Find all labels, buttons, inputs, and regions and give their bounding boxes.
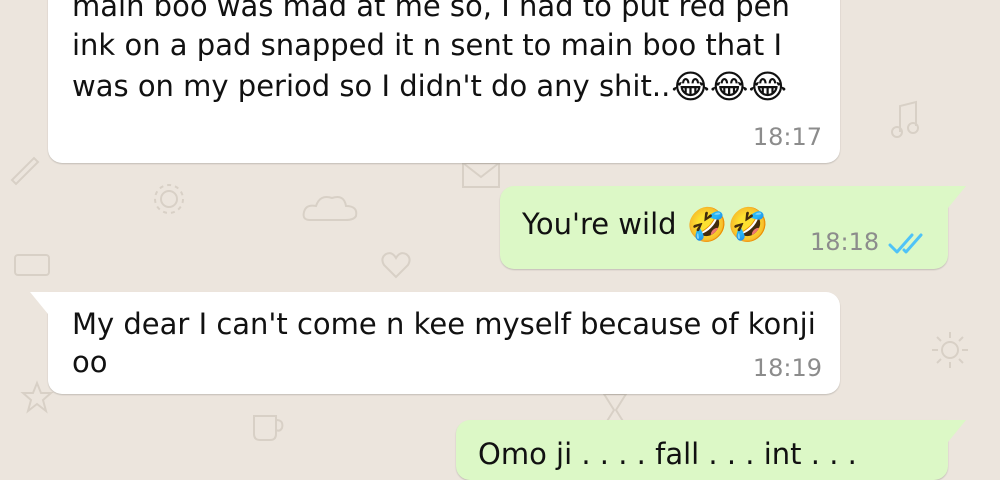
- cloud-doodle-icon: [300, 190, 360, 226]
- outgoing-message-bubble[interactable]: Omo ji . . . . fall . . . int . . .: [456, 420, 966, 480]
- message-text-line: was on my period so I didn't do any shit…: [72, 66, 787, 107]
- message-timestamp: 18:19: [752, 354, 822, 382]
- rolling-laughing-emoji: 🤣🤣: [686, 205, 769, 244]
- heart-doodle-icon: [380, 250, 412, 280]
- double-check-icon: [888, 233, 923, 254]
- incoming-message-bubble[interactable]: My dear I can't come n kee myself becaus…: [30, 292, 840, 394]
- outgoing-message-bubble[interactable]: You're wild 🤣🤣 18:18: [500, 186, 966, 269]
- message-timestamp: 18:18: [810, 228, 880, 256]
- music-note-doodle-icon: [890, 100, 920, 140]
- message-text-line: ink on a pad snapped it n sent to main b…: [72, 28, 783, 62]
- cup-doodle-icon: [250, 410, 286, 444]
- message-text-line: main boo was mad at me so, I had to put …: [72, 0, 790, 23]
- message-text-line: You're wild 🤣🤣: [522, 204, 769, 245]
- bubble-tail: [30, 292, 48, 314]
- bubble-tail: [948, 420, 966, 442]
- message-text: You're wild: [522, 207, 677, 241]
- message-text-line: Omo ji . . . . fall . . . int . . .: [478, 437, 857, 471]
- message-timestamp: 18:17: [752, 123, 822, 151]
- envelope-doodle-icon: [460, 160, 502, 190]
- sun-doodle-icon: [930, 330, 970, 370]
- bubble-tail: [948, 186, 966, 208]
- ticket-doodle-icon: [12, 250, 52, 280]
- message-text-line: My dear I can't come n kee myself becaus…: [72, 307, 816, 341]
- gear-doodle-icon: [150, 180, 188, 218]
- pencil-doodle-icon: [6, 150, 42, 186]
- message-text-line: oo: [72, 345, 108, 379]
- message-text: was on my period so I didn't do any shit…: [72, 69, 671, 103]
- tears-of-joy-emoji: 😂😂😂: [671, 67, 787, 106]
- incoming-message-bubble[interactable]: main boo was mad at me so, I had to put …: [48, 0, 840, 163]
